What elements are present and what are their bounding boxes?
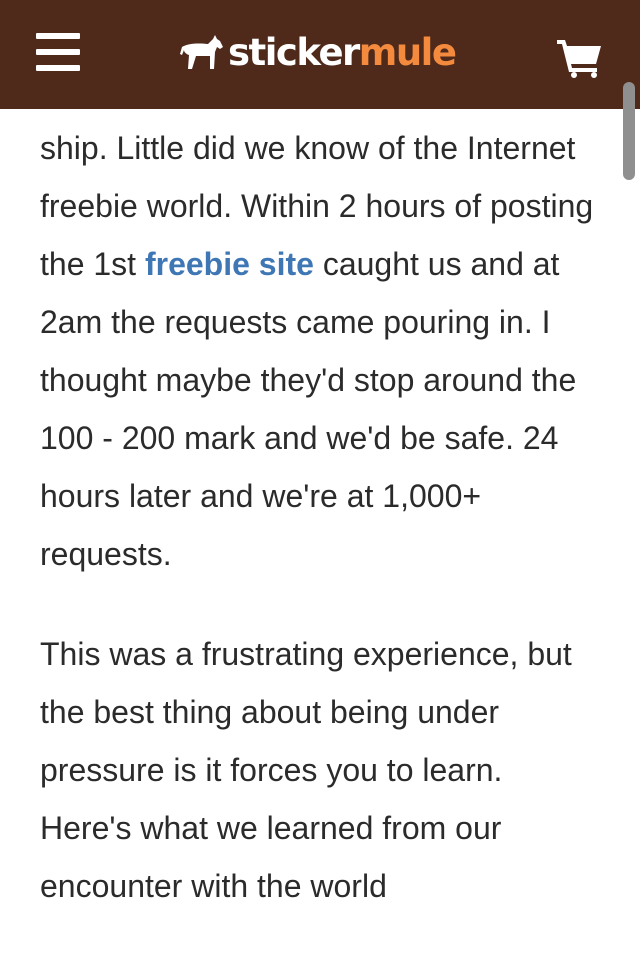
- hamburger-menu-icon: [36, 33, 80, 39]
- cart-button[interactable]: [557, 38, 603, 78]
- stickermule-logo[interactable]: stickermule: [180, 28, 457, 78]
- scrollbar-thumb[interactable]: [623, 82, 635, 180]
- logo-text-sticker: sticker: [228, 31, 360, 74]
- logo-text-mule: mule: [358, 31, 457, 74]
- freebie-site-link[interactable]: freebie site: [145, 246, 314, 282]
- top-navbar: stickermule: [0, 0, 640, 109]
- logo-wordmark: stickermule: [228, 28, 457, 78]
- menu-button[interactable]: [36, 33, 82, 73]
- article-body: ship. Little did we know of the Internet…: [40, 119, 600, 915]
- article-paragraph-2: This was a frustrating experience, but t…: [40, 636, 572, 904]
- article-paragraph-1: ship. Little did we know of the Internet…: [40, 119, 600, 583]
- paragraph-1-text-end: caught us and at 2am the requests came p…: [40, 246, 577, 572]
- shopping-cart-icon: [557, 40, 601, 78]
- mule-logo-icon: [180, 35, 223, 69]
